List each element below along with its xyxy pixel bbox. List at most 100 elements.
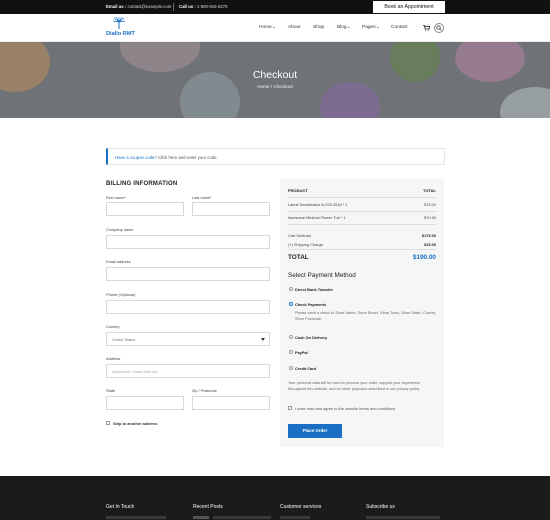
total-value: $190.00 [412,254,436,261]
email-contact[interactable]: Email us : contact@example.com [106,4,171,9]
phone-contact[interactable]: Call us : 1-800-915-6270 [179,4,228,9]
state-label: State [106,388,116,393]
payment-option-credit-card[interactable]: Credit Card [295,366,316,371]
subtotal-value: $175.00 [421,233,436,238]
footer-heading-get-in-touch: Get In Touch [106,504,135,510]
first-name-label: First name* [106,195,126,200]
page-hero-banner: Checkout Home / Checkout [0,42,550,118]
payment-option-check-payments[interactable]: Check Payments [295,302,326,307]
order-header: PRODUCT TOTAL [288,188,436,193]
email-field[interactable] [106,267,270,281]
terms-label[interactable]: I have read and agree to the website ter… [295,406,395,411]
email-address[interactable]: contact@example.com [128,4,172,9]
footer-text-placeholder [366,516,440,519]
breadcrumb-home[interactable]: Home [257,84,269,89]
first-name-field[interactable] [106,202,184,216]
breadcrumb: Home / Checkout [0,84,550,89]
payment-option-paypal[interactable]: PayPal [295,350,308,355]
main-header: Diallo RMT Home⌄ About Shop Blog⌄ Pages⌄… [0,14,550,42]
footer-text-placeholder [106,516,166,519]
brand-name[interactable]: Diallo RMT [106,31,135,37]
search-icon[interactable] [434,23,444,33]
post-thumbnail[interactable] [193,516,209,519]
payment-option-cash-on-delivery[interactable]: Cash On Delivery [295,335,327,340]
nav-shop[interactable]: Shop [313,25,324,30]
radio-paypal[interactable] [289,350,293,354]
divider [288,224,436,225]
breadcrumb-current: Checkout [273,84,293,89]
shipping-row: (+) Shipping Charge $15.00 [288,242,436,247]
payment-option-direct-bank-transfer[interactable]: Direct Bank Transfer [295,287,333,292]
country-label: Country [106,324,120,329]
footer-heading-customer-services: Customer services [280,504,322,510]
ship-to-another-checkbox[interactable] [106,421,110,425]
company-label: Company name [106,227,134,232]
top-bar: Email us : contact@example.com Call us :… [0,0,550,14]
radio-direct-bank-transfer[interactable] [289,287,293,291]
country-value: United States [112,337,136,342]
total-column-header: TOTAL [423,188,436,193]
radio-check-payments[interactable] [289,302,293,306]
nav-home[interactable]: Home⌄ [259,25,276,30]
book-appointment-button[interactable]: Book an Appointment [373,1,445,13]
radio-cash-on-delivery[interactable] [289,335,293,339]
radio-credit-card[interactable] [289,366,293,370]
company-field[interactable] [106,235,270,249]
order-item-row: Awesome Minimal Flower Tub * 1 $70.50 [288,215,436,220]
place-order-button[interactable]: Place Order [288,424,342,438]
page-title: Checkout [252,69,298,81]
total-row: TOTAL $190.00 [288,254,436,261]
coupon-link-text[interactable]: Click here and enter your code. [158,155,218,160]
footer-text-placeholder [213,516,271,519]
nav-blog[interactable]: Blog⌄ [337,25,351,30]
zip-field[interactable] [192,396,270,410]
product-column-header: PRODUCT [288,188,308,193]
address-label: Address [106,356,121,361]
country-select[interactable]: United States [106,332,270,346]
order-item-row: Latest Smartwatch N-200 2018 * 1 $75.00 [288,202,436,207]
subtotal-row: Cart Subtotal $175.00 [288,233,436,238]
shipping-value: $15.00 [424,242,436,247]
subtotal-label: Cart Subtotal [288,233,311,238]
nav-pages[interactable]: Pages⌄ [362,25,380,30]
terms-checkbox[interactable] [288,406,292,410]
footer-heading-subscribe: Subscribe us [366,504,395,510]
topbar-divider [173,3,174,11]
chevron-down-icon [261,338,265,341]
breadcrumb-separator: / [270,84,273,89]
item-price: $75.00 [424,202,436,207]
tree-logo-icon[interactable] [112,17,126,29]
phone-field[interactable] [106,300,270,314]
zip-label: Zip / Postcode [192,388,217,393]
billing-title: BILLING INFORMATION [106,181,178,187]
email-label: Email us : [106,4,127,9]
shipping-label: (+) Shipping Charge [288,242,323,247]
phone-label: Phone (Optional) [106,292,136,297]
item-name: Awesome Minimal Flower Tub * 1 [288,215,346,220]
footer-heading-recent-posts: Recent Posts [193,504,223,510]
nav-contact[interactable]: Contact [391,25,408,30]
item-name: Latest Smartwatch N-200 2018 * 1 [288,202,348,207]
coupon-notice: Have a coupon code? Click here and enter… [106,148,445,165]
last-name-field[interactable] [192,202,270,216]
last-name-label: Last name* [192,195,212,200]
item-price: $70.50 [424,215,436,220]
check-payment-description: Please send a check to Store Name, Store… [295,311,437,321]
nav-about[interactable]: About [288,25,301,30]
email-label: Email address [106,259,131,264]
cart-icon[interactable] [421,23,431,33]
divider [288,249,436,250]
state-field[interactable] [106,396,184,410]
divider [288,211,436,212]
phone-label: Call us : [179,4,196,9]
site-footer: Get In Touch Recent Posts Customer servi… [0,476,550,520]
phone-number[interactable]: 1-800-915-6270 [197,4,228,9]
payment-method-title: Select Payment Method [288,272,356,279]
address-field[interactable]: Apartment, Street Address [106,364,270,378]
footer-text-placeholder [280,516,310,519]
total-label: TOTAL [288,254,309,261]
coupon-question-link[interactable]: Have a coupon code? [115,155,157,160]
ship-to-another-label[interactable]: Ship to another address [113,421,158,426]
privacy-note: Your personal data will be used to proce… [288,381,421,391]
divider [288,197,436,198]
